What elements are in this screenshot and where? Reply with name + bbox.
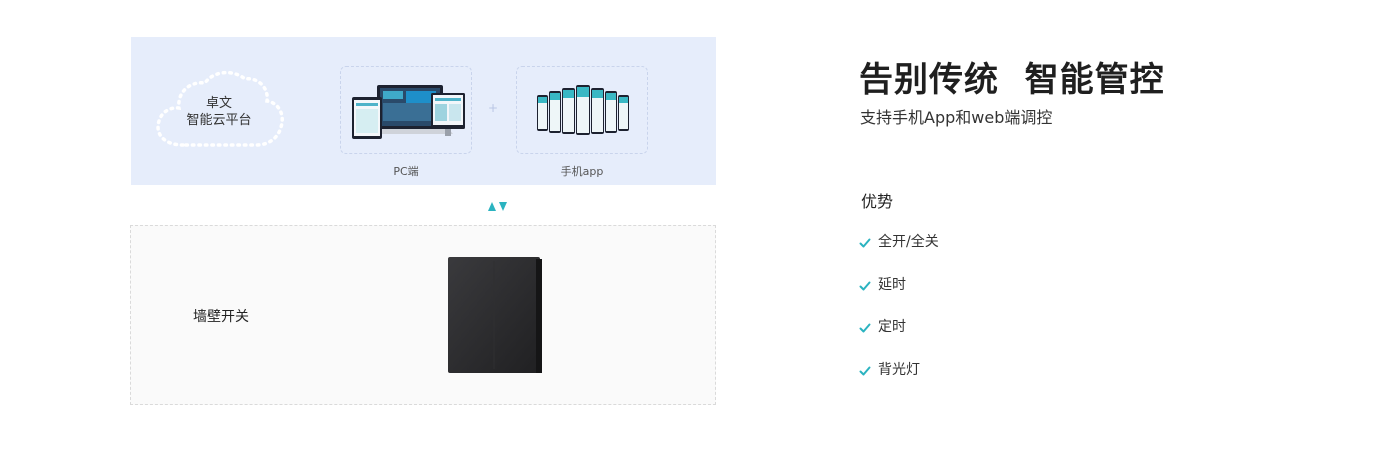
advantages-heading: 优势 [861, 192, 894, 211]
feature-item-backlight: 背光灯 [859, 361, 939, 404]
feature-item-delay: 延时 [859, 276, 939, 319]
feature-label: 定时 [878, 319, 906, 335]
feature-item-all-switch: 全开/全关 [859, 233, 939, 276]
wall-switch-panel: 墙壁开关 [130, 225, 716, 405]
app-device-box [516, 66, 648, 154]
subtitle: 支持手机App和web端调控 [860, 108, 1053, 127]
feature-item-timer: 定时 [859, 318, 939, 361]
feature-label: 全开/全关 [878, 234, 939, 250]
pc-label: PC端 [393, 165, 419, 178]
wall-switch-label: 墙壁开关 [193, 309, 249, 325]
cloud-label-line1: 卓文 [205, 96, 232, 111]
phone-devices-image [537, 85, 629, 135]
check-icon [859, 238, 871, 248]
headline: 告别传统 智能管控 [859, 60, 1165, 100]
app-label: 手机app [560, 165, 604, 178]
cloud-platform-panel: 卓文 智能云平台 + PC端 手机app [131, 37, 716, 185]
feature-list: 全开/全关 延时 定时 背光灯 [859, 233, 939, 403]
cloud-label-line2: 智能云平台 [186, 113, 252, 128]
pc-devices-image [352, 85, 465, 139]
cloud-platform-label: 卓文 智能云平台 [153, 95, 285, 129]
check-icon [859, 366, 871, 375]
plus-icon: + [488, 101, 499, 115]
sync-arrows-icon [488, 202, 507, 211]
feature-label: 延时 [878, 276, 906, 293]
wall-switch-image [448, 257, 542, 373]
check-icon [859, 323, 871, 333]
feature-label: 背光灯 [878, 361, 920, 378]
pc-device-box [340, 66, 472, 154]
check-icon [859, 281, 871, 290]
